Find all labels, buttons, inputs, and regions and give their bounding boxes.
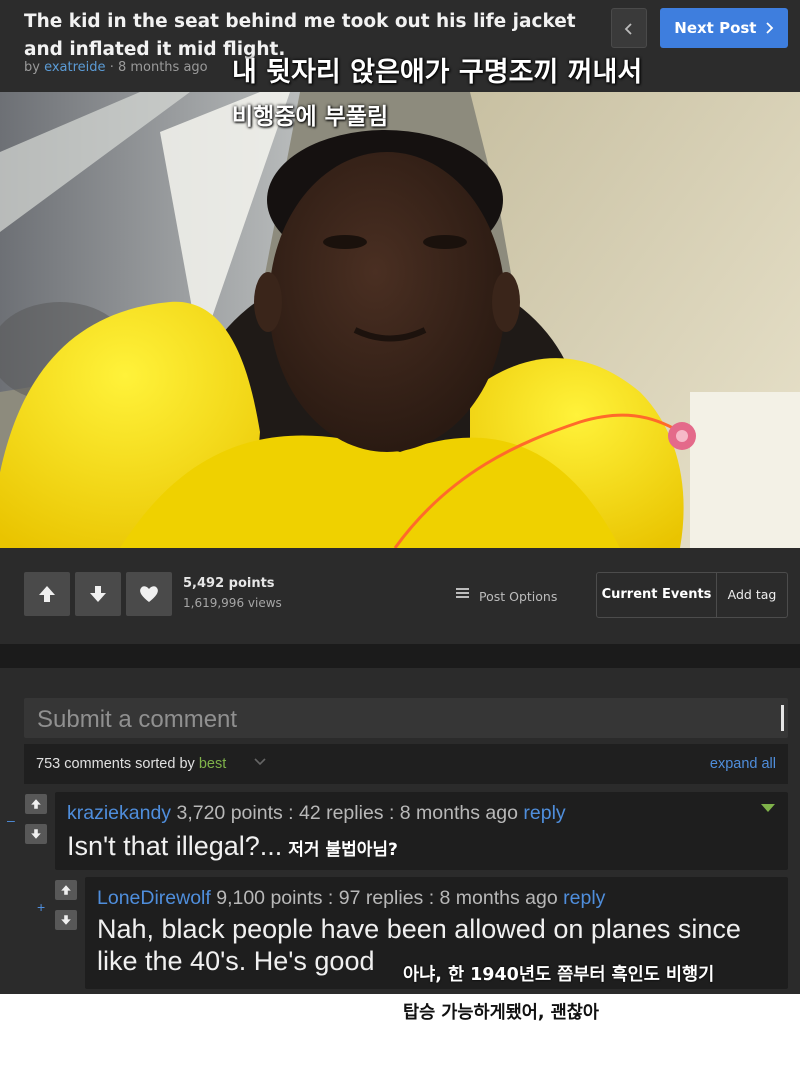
- comment: kraziekandy 3,720 points : 42 replies : …: [55, 792, 788, 870]
- post-image: [0, 92, 800, 548]
- comment-upvote-button[interactable]: [25, 794, 47, 814]
- upvote-button[interactable]: [24, 572, 70, 616]
- korean-caption-line-2: 비행중에 부풀림: [232, 104, 389, 130]
- korean-translation-line-2: 탑승 가능하게됐어, 괜찮아: [403, 1003, 599, 1023]
- post-meta-bar: 5,492 points 1,619,996 views Post Option…: [0, 548, 800, 644]
- comment-input-placeholder: Submit a comment: [37, 706, 238, 733]
- comment-downvote-button[interactable]: [25, 824, 47, 844]
- comment-sort-bar: 753 comments sorted by best expand all: [24, 744, 788, 784]
- post-views: 1,619,996 views: [183, 596, 282, 610]
- caret-down-icon[interactable]: [761, 804, 775, 812]
- comment-stats: 3,720 points : 42 replies : 8 months ago: [176, 802, 518, 824]
- section-divider: [0, 644, 800, 668]
- tag-group: Current Events Add tag: [596, 572, 788, 618]
- post-points: 5,492 points: [183, 576, 275, 591]
- downvote-icon: [31, 829, 41, 839]
- upvote-icon: [61, 885, 71, 895]
- byline-label: by: [24, 60, 40, 75]
- comment-input[interactable]: Submit a comment: [24, 698, 788, 738]
- comment-downvote-button[interactable]: [55, 910, 77, 930]
- post-time: · 8 months ago: [109, 60, 208, 75]
- comment-body: Isn't that illegal?...: [67, 831, 283, 861]
- favorite-button[interactable]: [126, 572, 172, 616]
- chevron-down-icon[interactable]: [254, 758, 266, 766]
- comment-upvote-button[interactable]: [55, 880, 77, 900]
- sort-select[interactable]: best: [199, 756, 226, 772]
- upvote-icon: [31, 799, 41, 809]
- korean-caption-line-1: 내 뒷자리 앉은애가 구명조끼 꺼내서: [232, 57, 643, 88]
- author-link[interactable]: exatreide: [44, 60, 105, 75]
- comment-author[interactable]: LoneDirewolf: [97, 887, 211, 909]
- downvote-icon: [90, 586, 106, 602]
- comment-meta: LoneDirewolf 9,100 points : 97 replies :…: [97, 887, 605, 910]
- korean-translation: 저거 불법아님?: [288, 840, 398, 860]
- post-options-label: Post Options: [478, 589, 558, 604]
- post-options-button[interactable]: Post Options: [456, 586, 557, 604]
- upvote-icon: [39, 586, 55, 602]
- korean-translation-line-1: 아냐, 한 1940년도 쯤부터 흑인도 비행기: [403, 965, 715, 985]
- comment-meta: kraziekandy 3,720 points : 42 replies : …: [67, 802, 566, 825]
- reply-link[interactable]: reply: [563, 887, 605, 909]
- text-cursor: [781, 705, 784, 731]
- byline: by exatreide · 8 months ago: [24, 60, 208, 75]
- expand-toggle[interactable]: +: [37, 899, 45, 915]
- comment-stats: 9,100 points : 97 replies : 8 months ago: [216, 887, 558, 909]
- comment-author[interactable]: kraziekandy: [67, 802, 171, 824]
- post-image-illustration: [0, 92, 800, 548]
- downvote-button[interactable]: [75, 572, 121, 616]
- next-post-label: Next Post: [674, 19, 757, 37]
- favorite-heart-icon: [140, 586, 158, 602]
- tag-current-events[interactable]: Current Events: [597, 573, 717, 617]
- comment-sort-text: 753 comments sorted by best: [36, 756, 226, 772]
- expand-all-link[interactable]: expand all: [710, 756, 776, 772]
- menu-lines-icon: [456, 586, 469, 600]
- previous-post-button[interactable]: [611, 8, 647, 48]
- downvote-icon: [61, 915, 71, 925]
- add-tag-button[interactable]: Add tag: [717, 573, 787, 617]
- comment-text: Isn't that illegal?... 저거 불법아님?: [67, 830, 398, 866]
- reply-link[interactable]: reply: [523, 802, 565, 824]
- chevron-right-icon: [766, 22, 773, 34]
- comments-section: Submit a comment 753 comments sorted by …: [0, 668, 800, 994]
- collapse-toggle[interactable]: –: [7, 812, 15, 828]
- chevron-left-icon: [624, 23, 632, 35]
- next-post-button[interactable]: Next Post: [660, 8, 788, 48]
- comment-count: 753 comments sorted by: [36, 756, 195, 772]
